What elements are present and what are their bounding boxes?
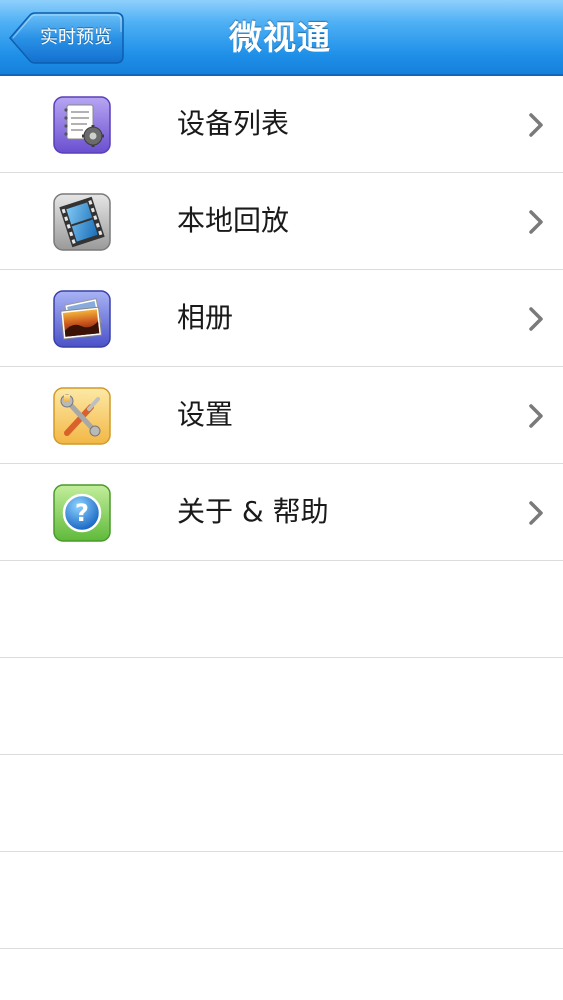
empty-row bbox=[0, 852, 563, 949]
empty-row bbox=[0, 658, 563, 755]
menu-item-label: 设备列表 bbox=[177, 107, 290, 140]
device-list-icon bbox=[53, 96, 111, 154]
empty-row bbox=[0, 755, 563, 852]
page-title: 微视通 bbox=[229, 18, 331, 57]
chevron-right-icon bbox=[529, 501, 543, 525]
chevron-right-icon bbox=[529, 307, 543, 331]
film-icon bbox=[53, 193, 111, 251]
menu-item-label: 设置 bbox=[177, 398, 234, 431]
back-button[interactable]: 实时预览 bbox=[8, 12, 124, 64]
menu-item-label: 相册 bbox=[177, 301, 234, 334]
menu-list: 设备列表 本地回放 相册 设置 ? 关于 & 帮助 bbox=[0, 76, 563, 949]
help-icon: ? bbox=[53, 484, 111, 542]
menu-item-label: 本地回放 bbox=[177, 204, 290, 237]
menu-item-device-list[interactable]: 设备列表 bbox=[0, 76, 563, 173]
empty-row bbox=[0, 561, 563, 658]
chevron-right-icon bbox=[529, 404, 543, 428]
svg-text:?: ? bbox=[75, 499, 89, 527]
menu-item-about-help[interactable]: ? 关于 & 帮助 bbox=[0, 464, 563, 561]
menu-item-photo-album[interactable]: 相册 bbox=[0, 270, 563, 367]
photo-album-icon bbox=[53, 290, 111, 348]
chevron-right-icon bbox=[529, 210, 543, 234]
chevron-right-icon bbox=[529, 113, 543, 137]
back-button-label: 实时预览 bbox=[40, 27, 112, 48]
tools-icon bbox=[53, 387, 111, 445]
navigation-bar: 实时预览 微视通 bbox=[0, 0, 563, 76]
menu-item-local-playback[interactable]: 本地回放 bbox=[0, 173, 563, 270]
menu-item-label: 关于 & 帮助 bbox=[177, 495, 329, 528]
menu-item-settings[interactable]: 设置 bbox=[0, 367, 563, 464]
